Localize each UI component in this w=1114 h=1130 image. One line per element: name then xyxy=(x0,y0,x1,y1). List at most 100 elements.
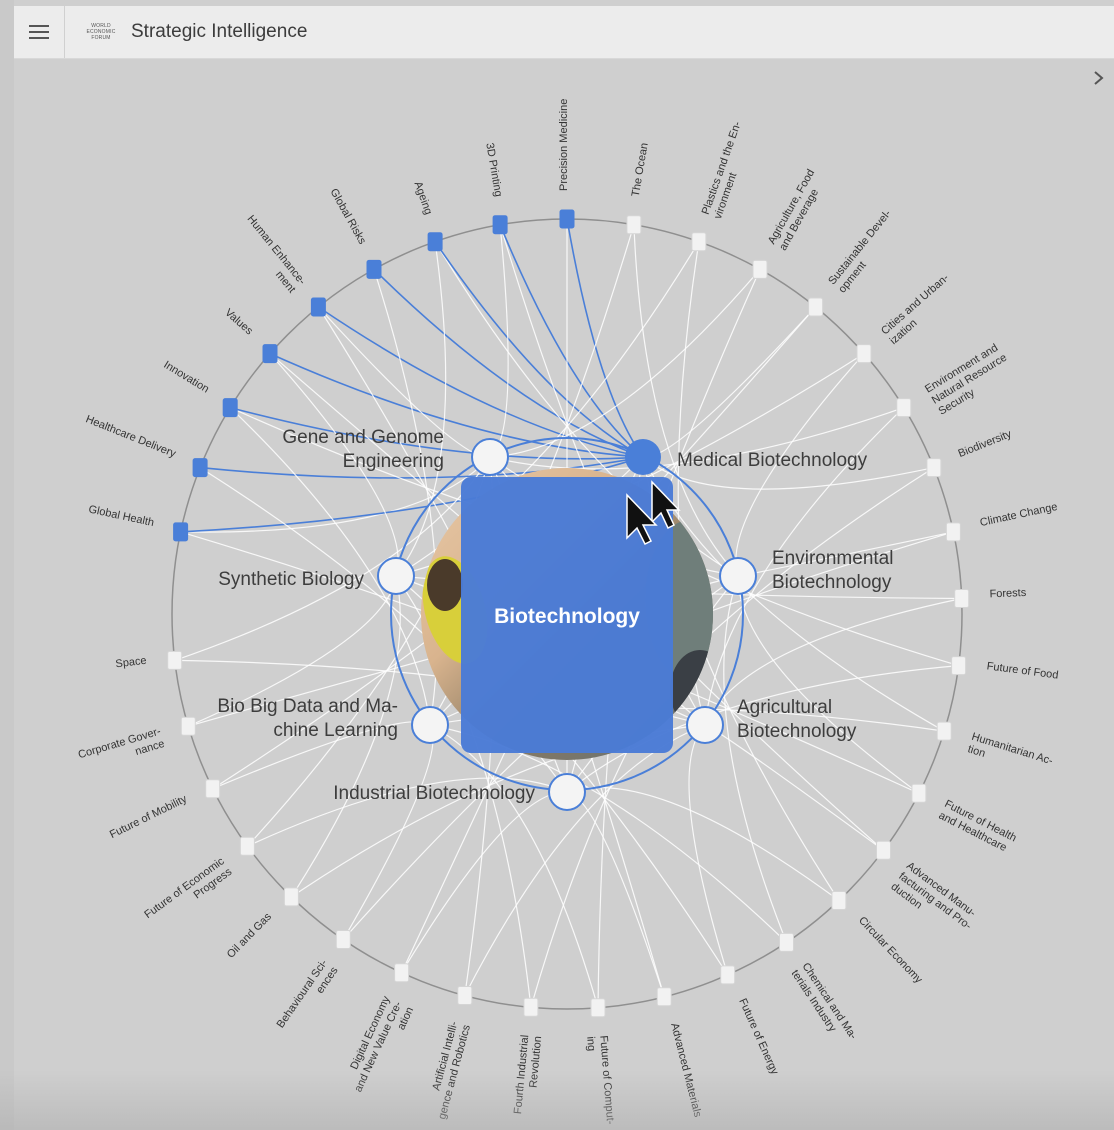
topic-node[interactable]: Future of Mobility xyxy=(108,779,221,841)
topic-marker[interactable] xyxy=(394,963,410,983)
subtopic-node[interactable]: Gene and Genome Engineering xyxy=(282,427,509,476)
subtopic-node[interactable]: Synthetic Biology xyxy=(218,557,415,595)
topic-node[interactable]: Agriculture, Foodand Beverage xyxy=(752,167,829,279)
topic-node[interactable]: Space xyxy=(115,650,183,670)
topic-marker[interactable] xyxy=(951,656,967,676)
topic-label: Future of Food xyxy=(986,660,1059,681)
topic-node[interactable]: Innovation xyxy=(161,359,238,418)
topic-node[interactable]: 3D Printing xyxy=(483,142,508,235)
topic-marker[interactable] xyxy=(691,232,707,252)
topic-node[interactable]: Advanced Manu-facturing and Pro-duction xyxy=(876,840,982,943)
topic-label: Cities and Urban-ization xyxy=(879,272,960,347)
topic-node[interactable]: Future of EconomicProgress xyxy=(142,836,255,931)
topic-marker[interactable] xyxy=(808,297,824,317)
topic-marker[interactable] xyxy=(911,783,927,803)
topic-marker[interactable] xyxy=(457,986,473,1005)
topic-node[interactable]: Chemical and Ma-terials Industry xyxy=(779,932,860,1049)
topic-node[interactable]: Environment andNatural ResourceSecurity xyxy=(896,341,1016,418)
subtopic-label-line: Medical Biotechnology xyxy=(677,450,868,471)
topic-marker[interactable] xyxy=(310,297,326,317)
subtopic-node[interactable]: Environmental Biotechnology xyxy=(719,548,893,595)
topic-marker[interactable] xyxy=(239,836,255,856)
topic-label: The Ocean xyxy=(630,142,651,198)
topic-marker[interactable] xyxy=(427,232,443,252)
topic-marker[interactable] xyxy=(896,398,912,418)
subtopic-label-line: Synthetic Biology xyxy=(218,569,364,590)
topic-node[interactable]: Sustainable Devel-opment xyxy=(808,208,904,317)
topic-marker[interactable] xyxy=(656,987,672,1007)
topic-label-line: Ageing xyxy=(412,180,435,216)
subtopic-label-line: Biotechnology xyxy=(737,721,857,742)
subtopic-label: Medical Biotechnology xyxy=(677,450,868,471)
topic-node[interactable]: Human Enhance-ment xyxy=(234,213,326,317)
topic-node[interactable]: Values xyxy=(222,307,278,364)
topic-marker[interactable] xyxy=(720,965,736,985)
topic-node[interactable]: Oil and Gas xyxy=(225,887,299,961)
topic-node[interactable]: Future of Food xyxy=(951,656,1060,682)
topic-node[interactable]: Fourth IndustrialRevolution xyxy=(512,997,544,1116)
topic-node[interactable]: Global Health xyxy=(87,503,189,542)
topic-marker[interactable] xyxy=(335,930,351,949)
topic-node[interactable]: Precision Medicine xyxy=(558,99,575,229)
subtopic-node[interactable]: Agricultural Biotechnology xyxy=(686,697,857,744)
topic-label: Ageing xyxy=(412,180,435,216)
topic-node[interactable]: Ageing xyxy=(412,180,443,252)
topic-marker[interactable] xyxy=(926,458,942,478)
topic-node[interactable]: Biodiversity xyxy=(926,428,1014,478)
topic-node[interactable]: Global Risks xyxy=(328,187,382,279)
topic-label: Global Risks xyxy=(328,187,369,247)
topic-marker[interactable] xyxy=(167,650,183,670)
topic-marker[interactable] xyxy=(492,215,508,235)
subtopic-label-line: chine Learning xyxy=(273,720,398,741)
subtopic-node[interactable]: Bio Big Data and Ma-chine Learning xyxy=(217,696,449,744)
topic-marker[interactable] xyxy=(180,716,196,736)
topic-node[interactable]: Corporate Gover-nance xyxy=(77,716,196,774)
topic-marker[interactable] xyxy=(954,589,970,608)
topic-marker[interactable] xyxy=(205,779,221,799)
topic-label-line: Biodiversity xyxy=(957,428,1014,460)
topic-marker[interactable] xyxy=(559,209,575,229)
topic-marker[interactable] xyxy=(523,997,539,1017)
subtopic-label-line: Industrial Biotechnology xyxy=(333,783,535,804)
subtopic-circle[interactable] xyxy=(377,557,415,595)
topic-marker[interactable] xyxy=(590,998,606,1018)
topic-link xyxy=(429,724,599,1008)
topic-label-line: Forests xyxy=(989,587,1027,600)
transformation-map[interactable]: Global Health Healthcare Delivery Innovati… xyxy=(0,0,1114,1130)
topic-marker[interactable] xyxy=(283,887,299,907)
topic-node[interactable]: Behavioural Sci-ences xyxy=(275,930,351,1038)
subtopic-label: Industrial Biotechnology xyxy=(333,783,535,804)
topic-node[interactable]: Forests xyxy=(954,587,1027,608)
topic-node[interactable]: Healthcare Delivery xyxy=(84,413,208,478)
subtopic-circle[interactable] xyxy=(719,557,757,595)
topic-marker[interactable] xyxy=(936,721,952,741)
topic-marker[interactable] xyxy=(876,840,891,860)
topic-node[interactable]: Future of Comput-ing xyxy=(584,998,616,1126)
subtopic-circle[interactable] xyxy=(411,706,449,744)
topic-marker[interactable] xyxy=(366,259,382,279)
topic-marker[interactable] xyxy=(856,344,872,364)
topic-marker[interactable] xyxy=(752,259,768,279)
topic-node[interactable]: Cities and Urban-ization xyxy=(856,272,960,364)
topic-node[interactable]: Artificial Intelli-gence and Robotics xyxy=(424,986,473,1121)
topic-node[interactable]: Digital Economyand New Value Cre-ation xyxy=(341,963,417,1100)
subtopic-circle[interactable] xyxy=(625,439,661,475)
topic-node[interactable]: The Ocean xyxy=(626,142,651,235)
topic-marker[interactable] xyxy=(222,398,238,418)
subtopic-circle[interactable] xyxy=(471,438,509,476)
topic-node[interactable]: Future of Energy xyxy=(720,965,781,1077)
topic-marker[interactable] xyxy=(262,344,278,364)
topic-marker[interactable] xyxy=(779,932,794,952)
topic-node[interactable]: Future of Healthand Healthcare xyxy=(911,783,1018,856)
topic-marker[interactable] xyxy=(945,522,961,542)
topic-node[interactable]: Humanitarian Ac-tion xyxy=(936,721,1055,780)
topic-node[interactable]: Climate Change xyxy=(945,501,1059,542)
topic-marker[interactable] xyxy=(192,458,208,478)
topic-marker[interactable] xyxy=(626,215,642,235)
topic-marker[interactable] xyxy=(831,891,847,910)
topic-node[interactable]: Advanced Materials xyxy=(656,987,704,1119)
topic-marker[interactable] xyxy=(173,522,189,542)
subtopic-circle[interactable] xyxy=(686,706,724,744)
subtopic-circle[interactable] xyxy=(548,773,586,811)
topic-node[interactable]: Plastics and the En-vironment xyxy=(691,120,756,252)
